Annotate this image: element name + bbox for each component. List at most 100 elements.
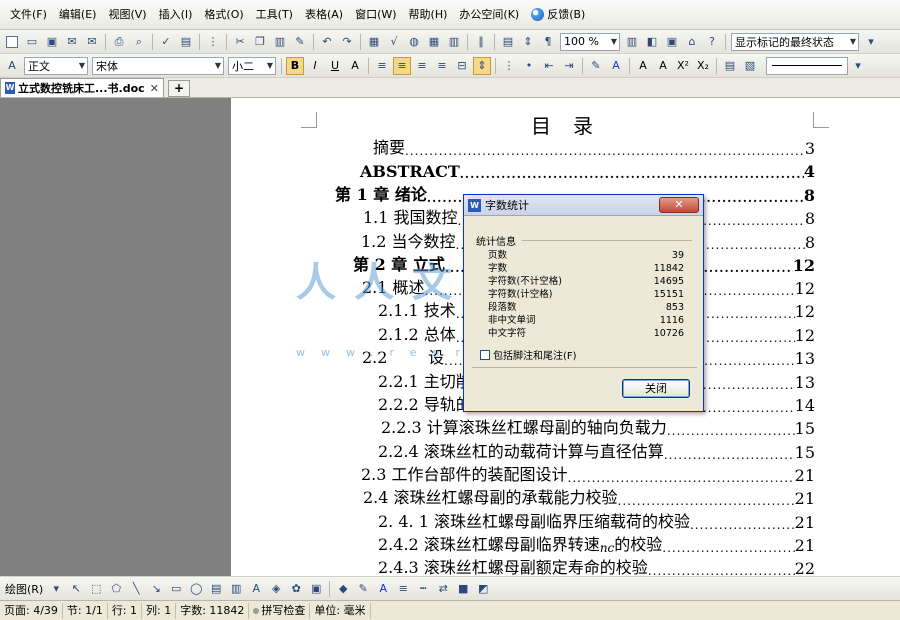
menu-office-space[interactable]: 办公空间(K) bbox=[453, 0, 525, 30]
toc-entry[interactable]: 摘要3 bbox=[373, 135, 815, 158]
toc-entry[interactable]: ABSTRACT4 bbox=[360, 158, 815, 181]
include-notes-option[interactable]: 包括脚注和尾注(F) bbox=[480, 347, 577, 362]
text-box-icon[interactable]: ▤ bbox=[721, 57, 739, 75]
new-document-icon[interactable] bbox=[3, 33, 21, 51]
chevron-down-icon[interactable]: ▾ bbox=[47, 580, 65, 598]
copy-icon[interactable]: ❐ bbox=[251, 33, 269, 51]
document-tab[interactable]: W 立式数控铣床工...书.doc * ✕ bbox=[0, 78, 164, 97]
drawing-icon[interactable]: ∥ bbox=[472, 33, 490, 51]
toc-entry[interactable]: 2.2.3 计算滚珠丝杠螺母副的轴向负载力15 bbox=[381, 415, 815, 438]
paste-icon[interactable]: ▥ bbox=[271, 33, 289, 51]
formula-icon[interactable]: √ bbox=[385, 33, 403, 51]
char-scale-icon[interactable]: A bbox=[346, 57, 364, 75]
fill-color-icon[interactable]: ◆ bbox=[334, 580, 352, 598]
spelling-icon[interactable]: ✓ bbox=[157, 33, 175, 51]
menu-feedback[interactable]: 反馈(B) bbox=[525, 0, 591, 30]
drawing-menu[interactable]: 绘图(R) bbox=[2, 581, 46, 597]
share-icon[interactable]: ⌂ bbox=[683, 33, 701, 51]
clip-art-icon[interactable]: ✿ bbox=[287, 580, 305, 598]
chevron-down-icon[interactable]: ▾ bbox=[849, 57, 867, 75]
menu-table[interactable]: 表格(A) bbox=[299, 0, 349, 30]
superscript-icon[interactable]: X² bbox=[674, 57, 692, 75]
include-notes-checkbox[interactable] bbox=[480, 349, 490, 360]
autoshapes-icon[interactable]: ⬠ bbox=[107, 580, 125, 598]
bold-button[interactable]: B bbox=[286, 56, 304, 75]
read-icon[interactable]: ◧ bbox=[643, 33, 661, 51]
print-icon[interactable]: ⎙ bbox=[110, 33, 128, 51]
document-map-icon[interactable]: ▤ bbox=[499, 33, 517, 51]
dash-style-icon[interactable]: ┅ bbox=[414, 580, 432, 598]
permission-icon[interactable]: ✉ bbox=[63, 33, 81, 51]
toc-entry[interactable]: 2.3 工作台部件的装配图设计21 bbox=[361, 462, 815, 485]
reading-mode-icon[interactable]: ▥ bbox=[623, 33, 641, 51]
table-insert-icon[interactable]: ▦ bbox=[365, 33, 383, 51]
line-icon[interactable]: ╲ bbox=[127, 580, 145, 598]
menu-view[interactable]: 视图(V) bbox=[102, 0, 152, 30]
print-preview-icon[interactable]: ⌕ bbox=[130, 33, 148, 51]
status-spell-check[interactable]: 拼写检查 bbox=[249, 602, 311, 619]
hyperlink-icon[interactable]: ◍ bbox=[405, 33, 423, 51]
arrow-icon[interactable]: ↘ bbox=[147, 580, 165, 598]
numbering-icon[interactable]: ⋮ bbox=[500, 57, 518, 75]
insert-table-icon[interactable]: ▦ bbox=[425, 33, 443, 51]
close-tab-icon[interactable]: ✕ bbox=[150, 82, 159, 95]
shadow-icon[interactable]: ■ bbox=[454, 580, 472, 598]
font-color-icon[interactable]: A bbox=[374, 580, 392, 598]
toc-entry[interactable]: 2.4.2 滚珠丝杠螺母副临界转速nc的校验21 bbox=[378, 532, 815, 555]
highlight-icon[interactable]: ✎ bbox=[587, 57, 605, 75]
shrink-font-icon[interactable]: A bbox=[654, 57, 672, 75]
rectangle-icon[interactable]: ▭ bbox=[167, 580, 185, 598]
zoom-dropdown[interactable]: 100 % ▼ bbox=[560, 32, 620, 51]
select-pointer-icon[interactable]: ↖ bbox=[67, 580, 85, 598]
select-objects-icon[interactable]: ⬚ bbox=[87, 580, 105, 598]
toc-entry[interactable]: 2.2.4 滚珠丝杠的动载荷计算与直径估算15 bbox=[378, 439, 815, 462]
show-hide-icon[interactable]: ⇕ bbox=[519, 33, 537, 51]
research-icon[interactable]: ▤ bbox=[177, 33, 195, 51]
align-left-icon[interactable]: ≡ bbox=[373, 57, 391, 75]
frame-icon[interactable]: ▧ bbox=[741, 57, 759, 75]
3d-icon[interactable]: ◩ bbox=[474, 580, 492, 598]
help-icon[interactable]: ? bbox=[703, 33, 721, 51]
cut-icon[interactable]: ✂ bbox=[231, 33, 249, 51]
format-painter-icon[interactable]: ✎ bbox=[291, 33, 309, 51]
columns-icon[interactable]: ▥ bbox=[445, 33, 463, 51]
subscript-icon[interactable]: X₂ bbox=[694, 57, 712, 75]
close-button[interactable]: 关闭 bbox=[622, 379, 690, 398]
justify-icon[interactable]: ≡ bbox=[433, 57, 451, 75]
align-right-icon[interactable]: ≡ bbox=[413, 57, 431, 75]
line-spacing-icon[interactable]: ⇕ bbox=[473, 56, 491, 75]
new-tab-button[interactable]: + bbox=[168, 80, 190, 97]
diagram-icon[interactable]: ◈ bbox=[267, 580, 285, 598]
font-color-icon[interactable]: A bbox=[607, 57, 625, 75]
text-box-icon[interactable]: ▤ bbox=[207, 580, 225, 598]
toc-entry[interactable]: 2. 4. 1 滚珠丝杠螺母副临界压缩载荷的校验21 bbox=[378, 509, 815, 532]
status-word-count[interactable]: 字数: 11842 bbox=[176, 602, 250, 619]
align-center-icon[interactable]: ≡ bbox=[393, 56, 411, 75]
menu-help[interactable]: 帮助(H) bbox=[403, 0, 454, 30]
bullets-icon[interactable]: • bbox=[520, 57, 538, 75]
menu-edit[interactable]: 编辑(E) bbox=[53, 0, 103, 30]
line-style-preview[interactable] bbox=[766, 56, 848, 75]
track-changes-icon[interactable]: ▾ bbox=[862, 33, 880, 51]
grow-font-icon[interactable]: A bbox=[634, 57, 652, 75]
picture-icon[interactable]: ▣ bbox=[307, 580, 325, 598]
paragraph-mark-icon[interactable]: ¶ bbox=[539, 33, 557, 51]
save-icon[interactable]: ▣ bbox=[43, 33, 61, 51]
toc-entry[interactable]: 2.4.3 滚珠丝杠螺母副额定寿命的校验22 bbox=[378, 555, 815, 576]
briefcase-icon[interactable]: ▣ bbox=[663, 33, 681, 51]
email-icon[interactable]: ✉ bbox=[83, 33, 101, 51]
menu-tools[interactable]: 工具(T) bbox=[250, 0, 299, 30]
font-size-dropdown[interactable]: 小二 ▼ bbox=[228, 56, 276, 75]
font-dropdown[interactable]: 宋体 ▼ bbox=[92, 56, 224, 75]
dialog-close-button[interactable]: ✕ bbox=[659, 197, 699, 213]
line-color-icon[interactable]: ✎ bbox=[354, 580, 372, 598]
dialog-titlebar[interactable]: W 字数统计 ✕ bbox=[464, 195, 703, 216]
redo-icon[interactable]: ↷ bbox=[338, 33, 356, 51]
open-folder-icon[interactable]: ▭ bbox=[23, 33, 41, 51]
vertical-text-box-icon[interactable]: ▥ bbox=[227, 580, 245, 598]
wordart-icon[interactable]: A bbox=[247, 580, 265, 598]
underline-button[interactable]: U bbox=[326, 57, 344, 75]
distribute-icon[interactable]: ⊟ bbox=[453, 57, 471, 75]
italic-button[interactable]: I bbox=[306, 57, 324, 75]
styles-pane-icon[interactable]: A bbox=[3, 57, 21, 75]
